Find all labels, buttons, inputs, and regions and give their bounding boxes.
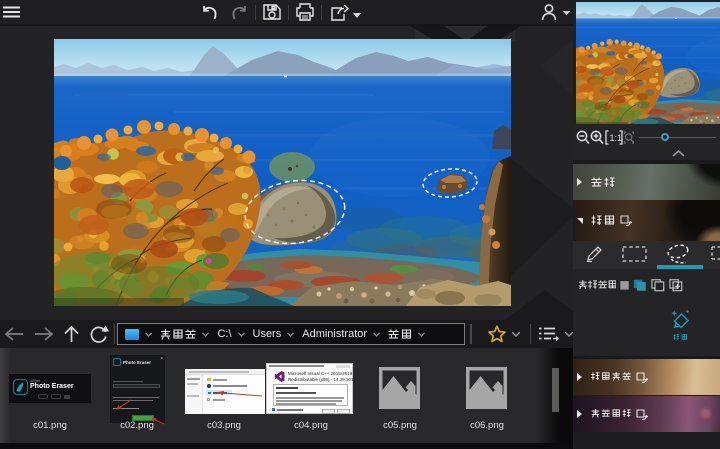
svg-text:1:1: 1:1 xyxy=(610,133,623,143)
